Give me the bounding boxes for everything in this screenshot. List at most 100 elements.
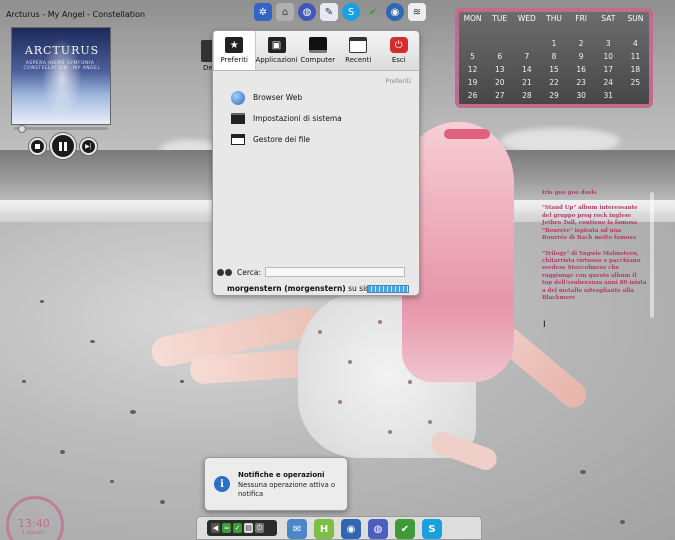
- task-manager: ✉ H ◉ ◍ ✔ S: [287, 519, 442, 539]
- search-input[interactable]: [265, 267, 406, 277]
- calendar-day[interactable]: 16: [568, 65, 595, 75]
- dress-dot: [388, 430, 392, 434]
- notification-popup[interactable]: i Notifiche e operazioni Nessuna operazi…: [204, 457, 348, 511]
- calendar-day[interactable]: 31: [595, 91, 622, 101]
- seek-handle[interactable]: [18, 125, 26, 133]
- network-icon[interactable]: ≈: [222, 523, 231, 533]
- calendar-day: [540, 26, 567, 36]
- favorite-browser-web[interactable]: Browser Web: [229, 87, 342, 108]
- calendar-day[interactable]: 6: [486, 52, 513, 62]
- album-subtitle: ASPERA HIEMS SYMFONIA · CONSTELLATION · …: [23, 61, 101, 71]
- clock-time: 13:40: [18, 517, 50, 530]
- network-icon[interactable]: ⌂: [276, 3, 294, 21]
- skype-icon[interactable]: S: [342, 3, 360, 21]
- editor-icon[interactable]: ✎: [320, 3, 338, 21]
- notes-scrollbar[interactable]: [650, 192, 654, 318]
- update-icon[interactable]: ✓: [233, 523, 242, 533]
- calendar-day[interactable]: 17: [595, 65, 622, 75]
- pebble: [130, 410, 136, 414]
- battery-indicator: [367, 285, 409, 293]
- calendar-day[interactable]: 13: [486, 65, 513, 75]
- stop-button[interactable]: [29, 138, 46, 155]
- file-manager-icon: [229, 132, 247, 148]
- calendar-day[interactable]: 1: [540, 39, 567, 49]
- calendar-day[interactable]: 2: [568, 39, 595, 49]
- calendar-day[interactable]: 27: [486, 91, 513, 101]
- apps-icon: ▣: [267, 37, 286, 53]
- seek-bar[interactable]: [14, 127, 108, 130]
- calendar-day[interactable]: 18: [622, 65, 649, 75]
- favorite-file-manager[interactable]: Gestore dei file: [229, 129, 342, 150]
- twitter-icon[interactable]: ✔: [364, 3, 382, 21]
- calendar-day: [459, 39, 486, 49]
- tab-applicazioni[interactable]: ▣ Applicazioni: [256, 31, 298, 70]
- volume-icon[interactable]: ◀: [211, 523, 220, 533]
- power-icon[interactable]: ⏻: [255, 523, 264, 533]
- calendar-day[interactable]: 22: [540, 78, 567, 88]
- dress-dot: [338, 400, 342, 404]
- calendar-day[interactable]: 5: [459, 52, 486, 62]
- pebble: [620, 520, 625, 524]
- calendar-day[interactable]: 4: [622, 39, 649, 49]
- calendar-day[interactable]: 10: [595, 52, 622, 62]
- settings-icon: [229, 111, 247, 127]
- calendar-day[interactable]: 20: [486, 78, 513, 88]
- tab-preferiti[interactable]: ★ Preferiti: [213, 31, 256, 70]
- calendar-day[interactable]: 12: [459, 65, 486, 75]
- kde-icon[interactable]: ✲: [254, 3, 272, 21]
- mail-icon[interactable]: ✉: [287, 519, 307, 539]
- calendar-day[interactable]: 26: [459, 91, 486, 101]
- twitter-icon[interactable]: ✔: [395, 519, 415, 539]
- hal-icon[interactable]: H: [314, 519, 334, 539]
- notes-widget[interactable]: Iris goo goo dosls "Stand Up" album inte…: [542, 190, 648, 310]
- dress-dot: [348, 360, 352, 364]
- tab-computer[interactable]: Computer: [298, 31, 339, 70]
- calendar-day[interactable]: 19: [459, 78, 486, 88]
- pebble: [40, 300, 44, 303]
- calendar-day[interactable]: 8: [540, 52, 567, 62]
- calendar-day[interactable]: 29: [540, 91, 567, 101]
- firefox-icon[interactable]: ◍: [298, 3, 316, 21]
- calendar-widget: MON TUE WED THU FRI SAT SUN 1 2 3 4 5 6 7 8 9 10 11 12 13 14…: [455, 8, 653, 108]
- calendar-day[interactable]: 11: [622, 52, 649, 62]
- calendar-day: [568, 26, 595, 36]
- calendar-day[interactable]: 28: [513, 91, 540, 101]
- calendar-day[interactable]: 9: [568, 52, 595, 62]
- album-band-name: ARCTURUS: [24, 44, 100, 57]
- calendar-day: [513, 39, 540, 49]
- pebble: [22, 380, 26, 383]
- tab-label: Recenti: [345, 56, 372, 64]
- skype-icon[interactable]: S: [422, 519, 442, 539]
- pebble: [580, 470, 586, 474]
- next-button[interactable]: ▶|: [80, 138, 97, 155]
- globe-icon[interactable]: ◉: [341, 519, 361, 539]
- calendar-day[interactable]: 3: [595, 39, 622, 49]
- notification-title: Notifiche e operazioni: [238, 471, 325, 479]
- kickoff-launcher: ★ Preferiti ▣ Applicazioni Computer Rece…: [212, 30, 420, 296]
- tab-label: Computer: [300, 56, 336, 64]
- favorite-system-settings[interactable]: Impostazioni di sistema: [229, 108, 342, 129]
- clipboard-icon[interactable]: ▤: [244, 523, 253, 533]
- calendar-day: [459, 26, 486, 36]
- tab-label: Preferiti: [220, 56, 248, 64]
- calendar-day[interactable]: 21: [513, 78, 540, 88]
- calendar-day[interactable]: 15: [540, 65, 567, 75]
- globe-icon[interactable]: ◉: [386, 3, 404, 21]
- calendar-day[interactable]: 30: [568, 91, 595, 101]
- calendar-day[interactable]: 24: [595, 78, 622, 88]
- firefox-icon[interactable]: ◍: [368, 519, 388, 539]
- tab-esci[interactable]: ⏻ Esci: [379, 31, 420, 70]
- pause-button[interactable]: [50, 133, 76, 159]
- calendar-day: [486, 26, 513, 36]
- calendar-day-header: TUE: [492, 14, 508, 23]
- hal-icon[interactable]: ≋: [408, 3, 426, 21]
- pebble: [110, 480, 114, 483]
- album-cover: ARCTURUS ASPERA HIEMS SYMFONIA · CONSTEL…: [11, 27, 111, 125]
- calendar-day[interactable]: 14: [513, 65, 540, 75]
- calendar-day[interactable]: 7: [513, 52, 540, 62]
- tab-recenti[interactable]: Recenti: [338, 31, 379, 70]
- computer-icon: [308, 37, 327, 53]
- calendar-day[interactable]: 25: [622, 78, 649, 88]
- calendar-day[interactable]: 23: [568, 78, 595, 88]
- calendar-day: [595, 26, 622, 36]
